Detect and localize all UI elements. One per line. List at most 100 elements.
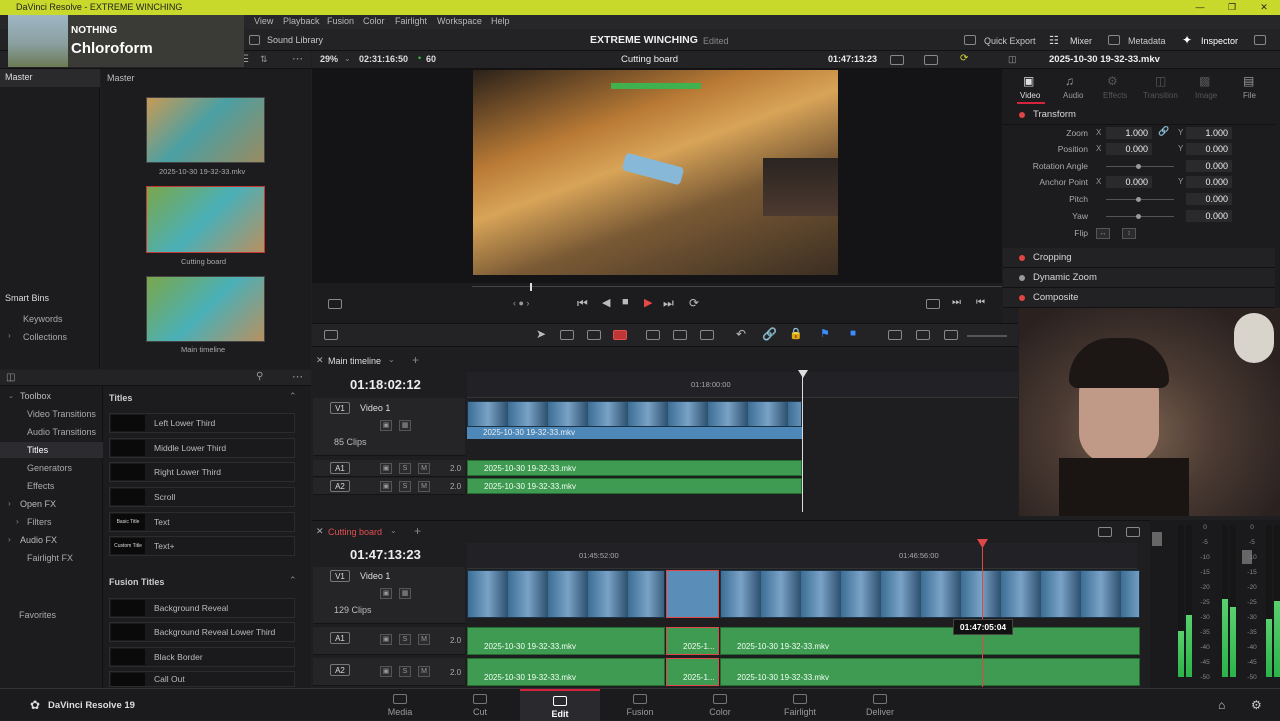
sound-library-button[interactable]: Sound Library bbox=[267, 35, 323, 45]
solo-button[interactable]: S bbox=[399, 481, 411, 492]
menu-fairlight[interactable]: Fairlight bbox=[395, 16, 427, 26]
replace-clip-icon[interactable] bbox=[700, 330, 714, 340]
timeline-ruler[interactable]: 01:45:52:00 01:46:56:00 bbox=[467, 543, 1137, 569]
minimize-icon[interactable]: — bbox=[1184, 0, 1216, 15]
viewer-layout-icon[interactable] bbox=[890, 55, 904, 65]
menu-color[interactable]: Color bbox=[363, 16, 385, 26]
title-middle-lower-third[interactable]: Middle Lower Third bbox=[109, 438, 295, 458]
insert-clip-icon[interactable] bbox=[646, 330, 660, 340]
next-clip-icon[interactable]: ⏭ bbox=[952, 297, 961, 308]
inspector-toggle-icon[interactable]: ◫ bbox=[1008, 54, 1017, 65]
page-deliver[interactable]: Deliver bbox=[840, 689, 920, 721]
tab-dropdown-icon[interactable]: ⌄ bbox=[388, 355, 395, 364]
smart-bin-collections[interactable]: Collections bbox=[23, 332, 67, 342]
tab-dropdown-icon[interactable]: ⌄ bbox=[390, 526, 397, 535]
match-frame-icon[interactable] bbox=[926, 299, 940, 309]
settings-gear-icon[interactable]: ⚙ bbox=[1251, 698, 1262, 712]
audio-clip-a1[interactable]: 2025-10-30 19-32-33.mkv bbox=[720, 627, 1140, 655]
trim-tool-icon[interactable] bbox=[560, 330, 574, 340]
title-text-plus[interactable]: Custom Title Text+ bbox=[109, 536, 295, 556]
title-scroll[interactable]: Scroll bbox=[109, 487, 295, 507]
menu-workspace[interactable]: Workspace bbox=[437, 16, 482, 26]
video-clip-thumbnails[interactable] bbox=[467, 401, 802, 427]
toolbox-chevron-icon[interactable]: ⌄ bbox=[8, 392, 14, 400]
viewer-display-icon[interactable] bbox=[924, 55, 938, 65]
page-fusion[interactable]: Fusion bbox=[600, 689, 680, 721]
close-tab-icon[interactable]: ✕ bbox=[316, 526, 324, 537]
marker-icon[interactable]: ■ bbox=[850, 328, 856, 339]
add-tab-icon[interactable]: + bbox=[414, 524, 421, 538]
snapping-icon[interactable]: ↶ bbox=[736, 327, 746, 341]
zoom-x-field[interactable]: 1.000 bbox=[1106, 127, 1152, 139]
fusion-title-black-border[interactable]: Black Border bbox=[109, 647, 295, 667]
mute-button[interactable]: M bbox=[418, 463, 430, 474]
clip-thumbnail-main-timeline[interactable] bbox=[146, 276, 265, 342]
titles-collapse-icon[interactable]: ⌃ bbox=[289, 391, 297, 402]
skip-back-icon[interactable]: ⏮ bbox=[577, 296, 588, 311]
bin-master[interactable]: Master bbox=[0, 69, 100, 87]
inspector-tab-video[interactable]: Video bbox=[1020, 91, 1040, 100]
camera-icon[interactable]: ▣ bbox=[380, 588, 392, 599]
fusion-titles-collapse-icon[interactable]: ⌃ bbox=[289, 575, 297, 586]
track-badge-v1[interactable]: V1 bbox=[330, 402, 350, 414]
select-tool-icon[interactable]: ➤ bbox=[536, 327, 546, 341]
menu-playback[interactable]: Playback bbox=[283, 16, 320, 26]
flip-horizontal-icon[interactable]: ↔ bbox=[1096, 228, 1110, 239]
tree-audio-fx[interactable]: Audio FX bbox=[20, 535, 57, 545]
fusion-title-background-reveal-lower-third[interactable]: Background Reveal Lower Third bbox=[109, 622, 295, 642]
clip-thumbnail-mkv[interactable] bbox=[146, 97, 265, 163]
page-edit[interactable]: Edit bbox=[520, 689, 600, 721]
tree-open-fx[interactable]: Open FX bbox=[20, 499, 56, 509]
audio-clip-a2[interactable]: 2025-10-30 19-32-33.mkv bbox=[720, 658, 1140, 686]
selected-gap-clip[interactable] bbox=[666, 570, 719, 618]
timeline-tab-main[interactable]: Main timeline bbox=[328, 356, 381, 366]
page-media[interactable]: Media bbox=[360, 689, 440, 721]
video-clip[interactable] bbox=[467, 570, 665, 618]
linked-selection-icon[interactable]: 🔗 bbox=[762, 327, 777, 341]
collections-chevron-icon[interactable]: › bbox=[8, 331, 11, 340]
effects-more-icon[interactable]: ⋯ bbox=[292, 370, 303, 383]
audio-clip-a2[interactable]: 2025-10-30 19-32-33.mkv bbox=[467, 658, 665, 686]
camera-icon[interactable]: ▣ bbox=[380, 420, 392, 431]
tree-titles-selected[interactable]: Titles bbox=[0, 442, 103, 458]
viewer-zoom[interactable]: 29% bbox=[320, 54, 338, 64]
overwrite-clip-icon[interactable] bbox=[673, 330, 687, 340]
enable-dot-icon[interactable] bbox=[1019, 112, 1025, 118]
tree-filters[interactable]: Filters bbox=[27, 517, 52, 527]
track-badge-a1[interactable]: A1 bbox=[330, 632, 350, 644]
pitch-field[interactable]: 0.000 bbox=[1186, 193, 1232, 205]
smart-bin-keywords[interactable]: Keywords bbox=[23, 314, 63, 324]
video-clip[interactable] bbox=[720, 570, 1140, 618]
audio-clip-a2-short[interactable]: 2025-1... bbox=[666, 658, 719, 686]
timeline-options-icon[interactable] bbox=[324, 330, 338, 340]
tree-audio-transitions[interactable]: Audio Transitions bbox=[27, 427, 96, 437]
audio-track-icon[interactable]: ▣ bbox=[380, 481, 392, 492]
audio-track-icon[interactable]: ▣ bbox=[380, 463, 392, 474]
maximize-icon[interactable]: ❐ bbox=[1216, 0, 1248, 15]
scrub-playhead[interactable] bbox=[530, 283, 532, 291]
monitor-icon[interactable]: ▦ bbox=[399, 420, 411, 431]
metadata-button[interactable]: Metadata bbox=[1128, 36, 1166, 46]
audio-clip-a1-short[interactable]: 2025-1... bbox=[666, 627, 719, 655]
timeline-view-icon[interactable] bbox=[1098, 527, 1112, 537]
timeline-ruler[interactable]: 01:18:00:00 bbox=[467, 372, 1018, 398]
fusion-title-call-out[interactable]: Call Out bbox=[109, 671, 295, 687]
title-left-lower-third[interactable]: Left Lower Third bbox=[109, 413, 295, 433]
track-badge-a2[interactable]: A2 bbox=[330, 480, 350, 492]
dynamic-trim-icon[interactable] bbox=[587, 330, 601, 340]
zoom-custom-icon[interactable] bbox=[944, 330, 958, 340]
tree-fairlight-fx[interactable]: Fairlight FX bbox=[27, 553, 73, 563]
mute-button[interactable]: M bbox=[418, 481, 430, 492]
viewer-sync-icon[interactable]: ⟳ bbox=[960, 53, 968, 64]
zoom-slider[interactable] bbox=[967, 335, 1007, 337]
more-options-icon[interactable]: ⋯ bbox=[292, 52, 303, 65]
audio-track-icon[interactable]: ▣ bbox=[380, 666, 392, 677]
quick-export-button[interactable]: Quick Export bbox=[984, 36, 1036, 46]
tree-toolbox[interactable]: Toolbox bbox=[20, 391, 51, 401]
section-cropping[interactable]: Cropping bbox=[1003, 248, 1275, 268]
fullscreen-icon[interactable] bbox=[1254, 35, 1266, 45]
close-tab-icon[interactable]: ✕ bbox=[316, 355, 324, 366]
loop-icon[interactable]: ⟳ bbox=[689, 296, 699, 310]
audiofx-chevron-icon[interactable]: › bbox=[8, 535, 11, 544]
zoom-dropdown-icon[interactable]: ⌄ bbox=[344, 54, 351, 63]
